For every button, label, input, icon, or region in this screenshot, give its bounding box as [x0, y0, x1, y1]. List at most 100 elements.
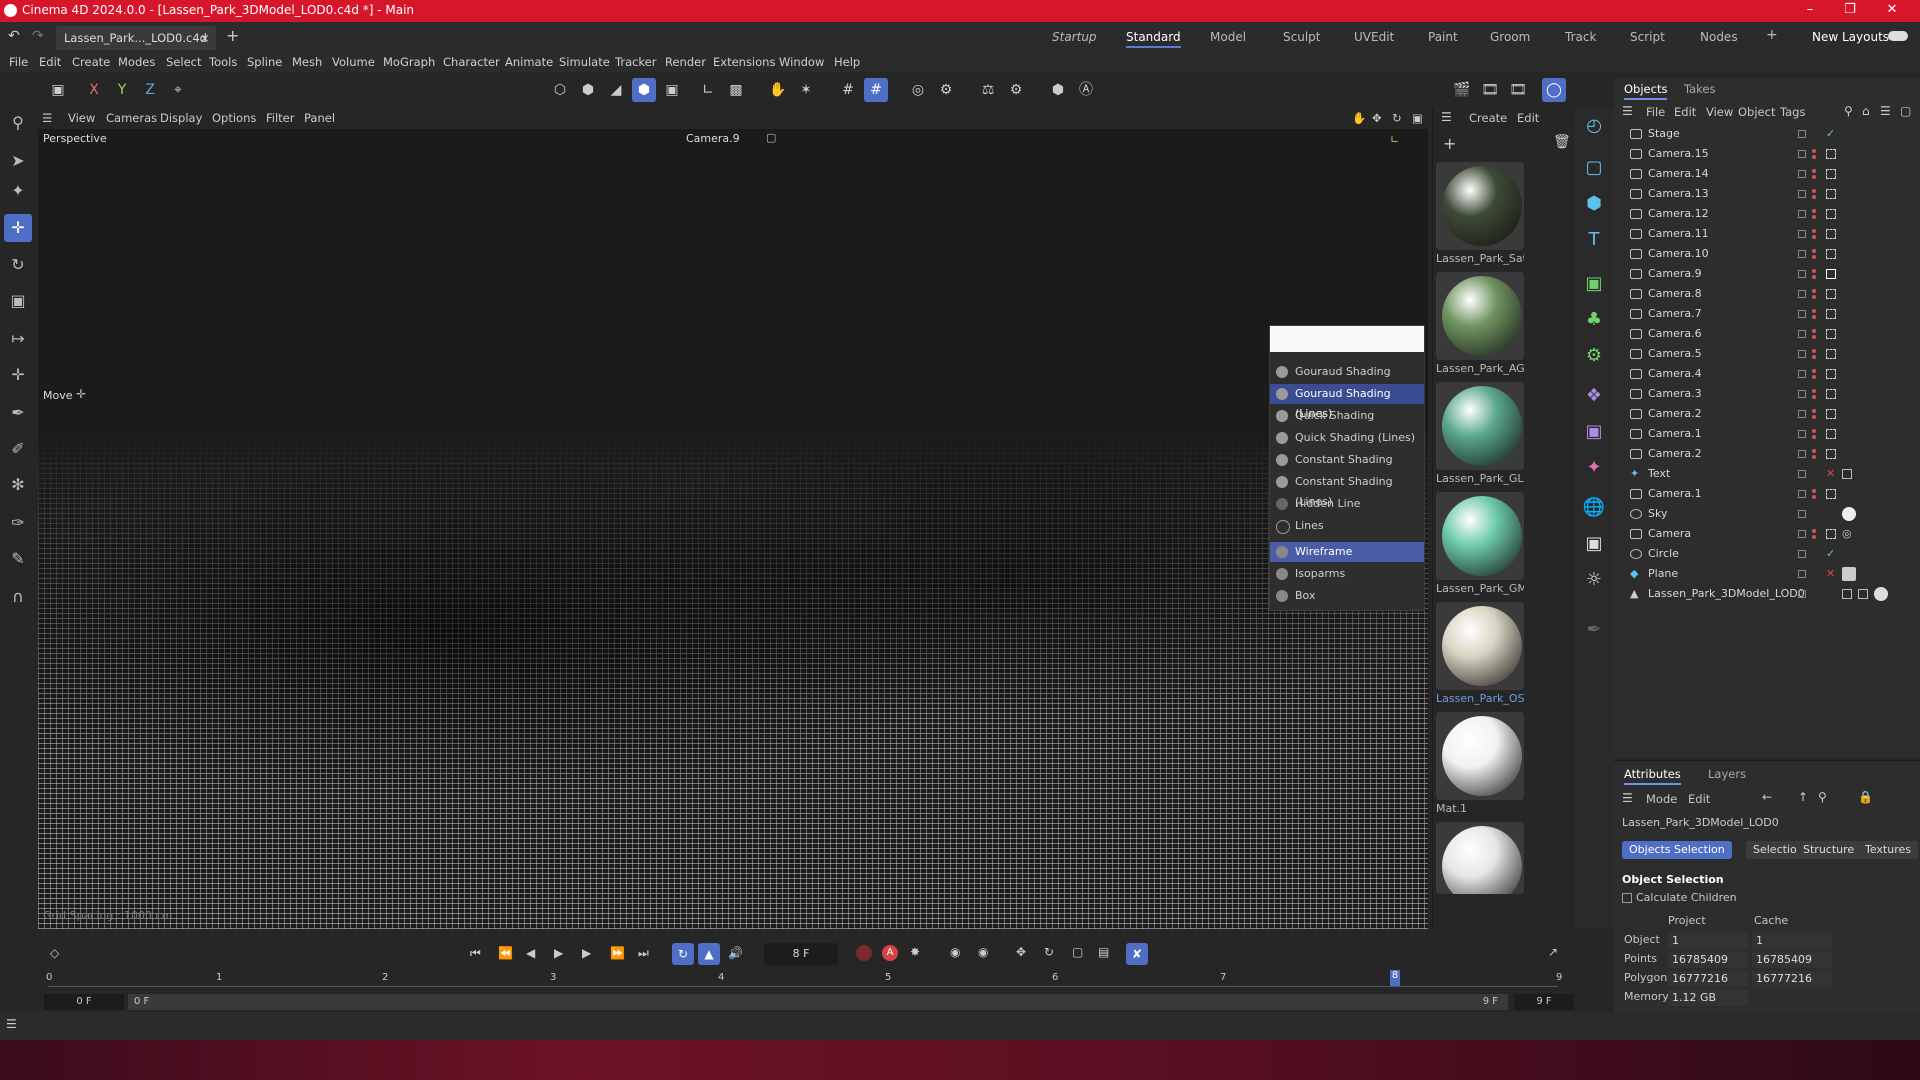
menu-simulate[interactable]: Simulate	[559, 55, 610, 69]
knife-icon[interactable]: ✎	[4, 545, 32, 573]
select-tool-icon[interactable]: ➤	[4, 147, 32, 175]
attributes-menu-mode[interactable]: Mode	[1646, 792, 1677, 806]
menu-item-hidden-line[interactable]: Hidden Line	[1270, 494, 1424, 514]
tab-objects[interactable]: Objects	[1624, 82, 1668, 100]
render-active-view-icon[interactable]: ◴	[1578, 110, 1610, 142]
move-view-icon[interactable]: ✥	[1372, 111, 1382, 125]
edit-toggle-icon[interactable]	[1798, 270, 1806, 278]
menu-item-lines[interactable]: Lines	[1270, 516, 1424, 536]
target-tag-icon[interactable]: ◎	[1842, 524, 1852, 544]
layout-nodes[interactable]: Nodes	[1700, 30, 1738, 44]
visibility-dot-icon[interactable]	[1812, 535, 1816, 539]
viewport-hamburger-icon[interactable]: ☰	[42, 111, 52, 125]
textures-button[interactable]: Textures	[1858, 841, 1918, 859]
material-tag-icon[interactable]	[1858, 589, 1868, 599]
camera-tag-icon[interactable]	[1826, 149, 1836, 159]
visibility-dot-icon[interactable]	[1812, 455, 1816, 459]
lock-icon[interactable]: 🔒	[1858, 790, 1873, 804]
visibility-dot-icon[interactable]	[1812, 269, 1816, 273]
go-to-end-icon[interactable]: ⏭	[638, 946, 649, 961]
spline-sketch-icon[interactable]: ✐	[4, 435, 32, 463]
go-to-start-icon[interactable]: ⏮	[470, 946, 481, 961]
camera-tag-icon[interactable]	[1826, 369, 1836, 379]
menu-tools[interactable]: Tools	[209, 55, 237, 69]
objects-menu-file[interactable]: File	[1646, 105, 1665, 119]
spline-object-icon[interactable]: ✦	[1578, 452, 1610, 484]
object-row[interactable]: Camera.14	[1614, 164, 1920, 184]
menu-edit[interactable]: Edit	[39, 55, 61, 69]
layout-paint[interactable]: Paint	[1428, 30, 1458, 44]
edit-toggle-icon[interactable]	[1798, 290, 1806, 298]
coordinate-system-icon[interactable]: ⌖	[166, 78, 190, 102]
render-picture-viewer-icon[interactable]: 🎞	[1478, 78, 1502, 102]
menu-file[interactable]: File	[9, 55, 28, 69]
visibility-dot-icon[interactable]	[1812, 435, 1816, 439]
add-tab-icon[interactable]: +	[226, 26, 239, 45]
magnet-icon[interactable]: ∩	[4, 583, 32, 611]
timeline-ruler[interactable]: 0 1 2 3 4 5 6 7 8 9	[36, 970, 1576, 992]
material-swatch[interactable]: Lassen_Park_Satel	[1436, 162, 1524, 265]
edit-toggle-icon[interactable]	[1798, 390, 1806, 398]
edit-toggle-icon[interactable]	[1798, 330, 1806, 338]
visibility-dot-icon[interactable]	[1812, 315, 1816, 319]
text-object-icon[interactable]: T	[1578, 224, 1610, 256]
menu-item-constant-shading[interactable]: Constant Shading	[1270, 450, 1424, 470]
object-row[interactable]: Camera.3	[1614, 384, 1920, 404]
visibility-dot-icon[interactable]	[1812, 249, 1816, 253]
autokey-icon[interactable]: A	[882, 945, 898, 961]
menu-item-isoparms[interactable]: Isoparms	[1270, 564, 1424, 584]
camera-tag-icon[interactable]	[1826, 229, 1836, 239]
workplane-icon[interactable]: ◎	[906, 78, 930, 102]
material-menu-create[interactable]: Create	[1469, 111, 1507, 125]
material-swatch[interactable]: Lassen_Park_GLan	[1436, 382, 1524, 485]
end-frame-field[interactable]: 9 F	[1514, 994, 1574, 1010]
object-row[interactable]: Camera.5	[1614, 344, 1920, 364]
material-menu-edit[interactable]: Edit	[1517, 111, 1539, 125]
edit-toggle-icon[interactable]	[1798, 430, 1806, 438]
scale-tool-icon[interactable]: ▣	[4, 287, 32, 315]
edit-toggle-icon[interactable]	[1798, 530, 1806, 538]
previous-key-icon[interactable]: ⏪	[498, 946, 513, 960]
tweak-mode-icon[interactable]: ✋	[766, 78, 790, 102]
visibility-dot-icon[interactable]	[1812, 175, 1816, 179]
attributes-search-icon[interactable]: ⚲	[1818, 790, 1827, 804]
rotate-view-icon[interactable]: ↻	[1392, 111, 1402, 125]
objects-new-window-icon[interactable]: ▢	[1900, 104, 1911, 118]
key-rotation-icon[interactable]: ◉	[978, 945, 988, 959]
camera-tag-icon[interactable]	[1826, 289, 1836, 299]
close-tab-icon[interactable]: ×	[200, 26, 210, 50]
material-hamburger-icon[interactable]: ☰	[1441, 110, 1452, 124]
snap-grid-icon[interactable]: #	[836, 78, 860, 102]
add-layout-icon[interactable]: +	[1766, 27, 1778, 43]
visibility-dot-icon[interactable]	[1812, 189, 1816, 193]
menu-window[interactable]: Window	[779, 55, 824, 69]
visibility-dot-icon[interactable]	[1812, 235, 1816, 239]
object-row[interactable]: Camera.2	[1614, 404, 1920, 424]
material-swatch[interactable]: Mat.1	[1436, 712, 1524, 815]
layout-sculpt[interactable]: Sculpt	[1283, 30, 1320, 44]
new-layouts-toggle[interactable]	[1888, 31, 1908, 41]
symmetry-settings-icon[interactable]: ⚙	[1004, 78, 1028, 102]
key-pla-icon[interactable]: ▢	[1072, 945, 1083, 959]
edit-toggle-icon[interactable]	[1798, 570, 1806, 578]
objects-filter-icon[interactable]: ☰	[1880, 104, 1891, 118]
menu-item-quick-shading-lines[interactable]: Quick Shading (Lines)	[1270, 428, 1424, 448]
preview-range-icon[interactable]: ▲	[698, 943, 720, 965]
keyframe-icon[interactable]: ◇	[50, 946, 59, 960]
menu-character[interactable]: Character	[443, 55, 500, 69]
object-row[interactable]: ✦ Text ✕	[1614, 464, 1920, 484]
viewport-menu-cameras[interactable]: Cameras	[106, 111, 157, 125]
edit-toggle-icon[interactable]	[1798, 450, 1806, 458]
menu-item-gouraud-shading-lines[interactable]: Gouraud Shading (Lines)	[1270, 384, 1424, 420]
delete-material-icon[interactable]: 🗑	[1553, 134, 1571, 150]
x-axis-toggle[interactable]: X	[82, 78, 106, 102]
edit-toggle-icon[interactable]	[1798, 410, 1806, 418]
visibility-dot-icon[interactable]	[1812, 375, 1816, 379]
check-icon[interactable]: ✓	[1826, 544, 1835, 564]
tab-layers[interactable]: Layers	[1708, 767, 1746, 781]
object-row[interactable]: Camera.7	[1614, 304, 1920, 324]
material-tag-icon[interactable]	[1842, 589, 1852, 599]
visibility-dot-icon[interactable]	[1812, 449, 1816, 453]
material-tag-icon[interactable]	[1874, 587, 1888, 601]
spline-pen-icon[interactable]: ✒	[4, 399, 32, 427]
